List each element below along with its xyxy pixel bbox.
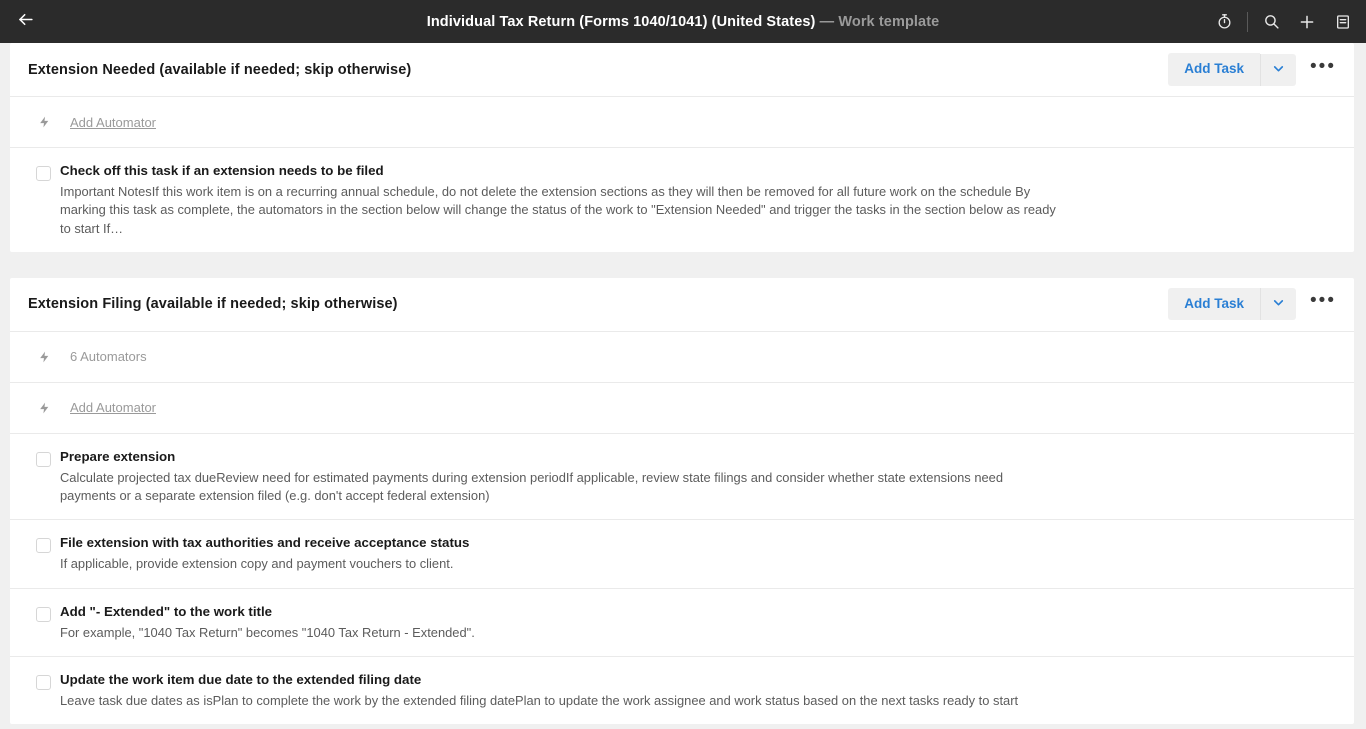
lightning-bolt-icon	[38, 400, 54, 416]
timer-icon[interactable]	[1211, 9, 1237, 35]
top-bar: Individual Tax Return (Forms 1040/1041) …	[0, 0, 1366, 43]
section-more-menu-button[interactable]: •••	[1308, 55, 1338, 85]
task-title: Add "- Extended" to the work title	[60, 603, 273, 619]
add-task-dropdown-button[interactable]	[1260, 53, 1296, 86]
template-body: Extension Needed (available if needed; s…	[0, 43, 1366, 729]
page-title-subtitle: — Work template	[819, 13, 940, 30]
task-title: Update the work item due date to the ext…	[60, 671, 422, 687]
task-description: For example, "1040 Tax Return" becomes "…	[60, 624, 475, 640]
section-title: Extension Filing (available if needed; s…	[28, 296, 398, 313]
table-row[interactable]: Check off this task if an extension need…	[10, 148, 1354, 252]
task-title: Check off this task if an extension need…	[60, 163, 384, 178]
back-button[interactable]	[8, 5, 42, 39]
section-card-extension-needed: Extension Needed (available if needed; s…	[10, 43, 1354, 252]
add-task-group: Add Task	[1168, 53, 1296, 86]
ellipsis-icon: •••	[1310, 290, 1336, 312]
chevron-down-icon	[1272, 62, 1285, 80]
task-title: File extension with tax authorities and …	[60, 535, 470, 551]
section-title: Extension Needed (available if needed; s…	[28, 61, 412, 78]
ellipsis-icon: •••	[1310, 55, 1336, 77]
page-title-main: Individual Tax Return (Forms 1040/1041) …	[426, 13, 816, 30]
lightning-bolt-icon	[38, 349, 54, 365]
lightning-bolt-icon	[38, 114, 54, 130]
top-bar-actions	[1211, 9, 1356, 35]
task-checkbox[interactable]	[36, 451, 51, 467]
section-header: Extension Filing (available if needed; s…	[10, 278, 1354, 332]
page-title: Individual Tax Return (Forms 1040/1041) …	[0, 14, 1366, 30]
automator-count-row[interactable]: 6 Automators	[10, 332, 1354, 383]
section-more-menu-button[interactable]: •••	[1308, 289, 1338, 319]
section-card-extension-filing: Extension Filing (available if needed; s…	[10, 277, 1354, 725]
section-actions: Add Task •••	[1168, 53, 1338, 86]
section-actions: Add Task •••	[1168, 288, 1338, 321]
notes-icon[interactable]	[1330, 9, 1356, 35]
arrow-left-icon	[16, 10, 35, 34]
task-checkbox[interactable]	[36, 674, 51, 690]
task-body: File extension with tax authorities and …	[60, 534, 469, 573]
task-checkbox[interactable]	[36, 606, 51, 622]
toolbar-divider	[1247, 11, 1248, 32]
task-checkbox[interactable]	[36, 538, 51, 554]
automator-row[interactable]: Add Automator	[10, 383, 1354, 434]
chevron-down-icon	[1272, 296, 1285, 314]
task-title: Prepare extension	[60, 448, 176, 464]
table-row[interactable]: File extension with tax authorities and …	[10, 520, 1354, 589]
table-row[interactable]: Update the work item due date to the ext…	[10, 657, 1354, 724]
add-task-button[interactable]: Add Task	[1168, 53, 1260, 86]
add-automator-link[interactable]: Add Automator	[70, 115, 156, 130]
task-description: If applicable, provide extension copy an…	[60, 556, 454, 572]
search-icon[interactable]	[1258, 9, 1284, 35]
section-header: Extension Needed (available if needed; s…	[10, 43, 1354, 97]
add-automator-link[interactable]: Add Automator	[70, 400, 156, 415]
add-task-dropdown-button[interactable]	[1260, 288, 1296, 321]
add-task-button[interactable]: Add Task	[1168, 288, 1260, 321]
task-body: Check off this task if an extension need…	[60, 162, 1060, 238]
plus-icon[interactable]	[1294, 9, 1320, 35]
task-description: Calculate projected tax dueReview need f…	[60, 469, 1003, 504]
table-row[interactable]: Add "- Extended" to the work title For e…	[10, 589, 1354, 657]
automator-row[interactable]: Add Automator	[10, 97, 1354, 148]
add-task-group: Add Task	[1168, 288, 1296, 321]
task-checkbox[interactable]	[36, 166, 51, 181]
task-description: Important NotesIf this work item is on a…	[60, 183, 1056, 236]
task-body: Update the work item due date to the ext…	[60, 671, 1018, 710]
task-body: Add "- Extended" to the work title For e…	[60, 603, 475, 642]
automator-count-label: 6 Automators	[70, 349, 147, 365]
task-description: Leave task due dates as isPlan to comple…	[60, 692, 1019, 708]
table-row[interactable]: Prepare extension Calculate projected ta…	[10, 434, 1354, 521]
task-body: Prepare extension Calculate projected ta…	[60, 448, 1060, 506]
